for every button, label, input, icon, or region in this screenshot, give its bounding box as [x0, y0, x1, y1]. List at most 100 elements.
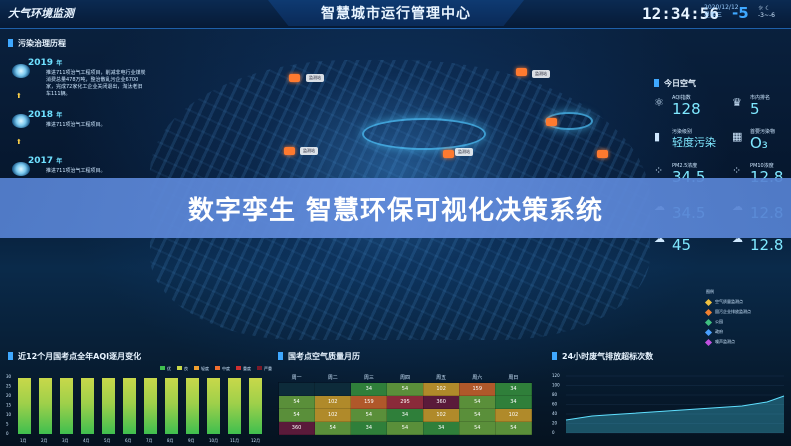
calendar-cell[interactable]: 54 — [458, 395, 496, 409]
aqi-bar[interactable] — [186, 378, 199, 434]
month-label: 9月 — [188, 438, 195, 443]
legend-label: 空气质量监测点 — [715, 299, 743, 304]
aqi-legend-item: 良 — [177, 366, 188, 371]
calendar-cell[interactable]: 360 — [277, 421, 316, 435]
calendar-cell[interactable]: 54 — [494, 421, 533, 435]
map-marker[interactable] — [443, 150, 454, 158]
weather: ☼ ☾ -3~-6 — [758, 5, 775, 19]
air-value: 12.8 — [750, 236, 784, 254]
y-tick-label: 5 — [6, 422, 9, 427]
calendar-cell[interactable]: 54 — [386, 382, 424, 396]
legend-label: 固污企业排放监测点 — [715, 309, 751, 314]
banner-text: 数字孪生 智慧环保可视化决策系统 — [187, 195, 604, 226]
aqi-bar[interactable] — [249, 378, 262, 434]
calendar-cell[interactable]: 34 — [494, 382, 533, 396]
legend-dot-icon — [704, 328, 713, 336]
calendar-cell[interactable]: 34 — [494, 395, 533, 409]
calendar-cell[interactable]: 102 — [422, 382, 460, 396]
history-panel: 2019 年 推进711项治气工程项目，削减非电行业煤炭消费总量478万吨，整治… — [6, 52, 150, 192]
calendar-cell[interactable]: 295 — [386, 395, 424, 409]
map-tag[interactable]: 监测站 — [532, 70, 550, 78]
y-tick-label: 10 — [6, 412, 12, 417]
month-label: 12月 — [251, 438, 260, 443]
calendar-cell[interactable] — [314, 382, 352, 396]
month-label: 8月 — [167, 438, 174, 443]
aqi-bar[interactable] — [228, 378, 241, 434]
aqi-bar[interactable] — [165, 378, 178, 434]
calendar-cell[interactable]: 54 — [458, 421, 496, 435]
history-year: 2017 年 — [28, 156, 63, 166]
map-marker[interactable] — [546, 118, 557, 126]
month-label: 1月 — [20, 438, 27, 443]
line-chart-title: 24小时废气排放超标次数 — [552, 351, 653, 362]
calendar-cell[interactable]: 34 — [422, 421, 460, 435]
air-value: 轻度污染 — [672, 136, 716, 149]
aqi-bar[interactable] — [123, 378, 136, 434]
page-title: 智慧城市运行管理中心 — [268, 0, 524, 26]
month-label: 2月 — [41, 438, 48, 443]
aqi-bar[interactable] — [60, 378, 73, 434]
calendar-cell[interactable]: 102 — [494, 408, 533, 422]
legend-label: 政府 — [715, 329, 723, 334]
month-label: 11月 — [230, 438, 239, 443]
highlight-ring — [362, 118, 486, 150]
y-tick-label: 20 — [6, 393, 12, 398]
calendar-cell[interactable]: 102 — [314, 395, 352, 409]
aqi-bar[interactable] — [144, 378, 157, 434]
map-tag[interactable]: 监测站 — [455, 148, 473, 156]
y-tick-label: 120 — [552, 373, 560, 378]
calendar-cell[interactable]: 34 — [350, 382, 388, 396]
history-text: 推进711项治气工程项目。 — [46, 168, 106, 174]
map-marker[interactable] — [516, 68, 527, 76]
map-legend: 图例 空气质量监测点固污企业排放监测点公园政府噪声监测点 — [704, 287, 751, 347]
legend-label: 噪声监测点 — [715, 339, 735, 344]
history-year: 2018 年 — [28, 110, 63, 120]
aqi-bar[interactable] — [102, 378, 115, 434]
aqi-legend-item: 轻度 — [194, 366, 209, 371]
legend-item: 公园 — [704, 317, 751, 327]
calendar-cell[interactable]: 102 — [422, 408, 460, 422]
map-tag[interactable]: 监测站 — [306, 74, 324, 82]
calendar-cell[interactable]: 54 — [277, 395, 316, 409]
y-tick-label: 40 — [552, 411, 558, 416]
area-fill — [566, 396, 784, 433]
weather-range: -3~-6 — [758, 12, 775, 19]
calendar-cell[interactable]: 54 — [458, 408, 496, 422]
map-marker[interactable] — [289, 74, 300, 82]
map-tag[interactable]: 监测站 — [300, 147, 318, 155]
aqi-bar[interactable] — [207, 378, 220, 434]
calendar-cell[interactable]: 102 — [314, 408, 352, 422]
month-label: 4月 — [83, 438, 90, 443]
calendar-cell[interactable]: 34 — [350, 421, 388, 435]
aqi-bar[interactable] — [39, 378, 52, 434]
calendar-cell[interactable] — [277, 382, 316, 396]
calendar-cell[interactable]: 159 — [350, 395, 388, 409]
calendar-title: 国考点空气质量月历 — [278, 351, 360, 362]
history-year: 2019 年 — [28, 58, 63, 68]
calendar-cell[interactable]: 54 — [386, 421, 424, 435]
legend-item: 政府 — [704, 327, 751, 337]
air-value: 128 — [672, 100, 701, 118]
calendar-cell[interactable]: 34 — [386, 408, 424, 422]
map-marker[interactable] — [284, 147, 295, 155]
legend-dot-icon — [704, 308, 713, 316]
air-value: O₃ — [750, 134, 768, 152]
arrow-up-icon: ⬆ — [16, 92, 22, 100]
air-value: 5 — [750, 100, 760, 118]
calendar-cell[interactable]: 159 — [458, 382, 496, 396]
calendar-cell[interactable]: 54 — [350, 408, 388, 422]
calendar-cell[interactable]: 54 — [314, 421, 352, 435]
y-tick-label: 25 — [6, 384, 12, 389]
calendar-cell[interactable]: 360 — [422, 395, 460, 409]
legend-item: 空气质量监测点 — [704, 297, 751, 307]
legend-dot-icon — [704, 298, 713, 306]
trophy-icon: ♛ — [732, 96, 742, 109]
aqi-bar[interactable] — [81, 378, 94, 434]
aqi-bar[interactable] — [18, 378, 31, 434]
calendar-cell[interactable]: 54 — [277, 408, 316, 422]
legend-title: 图例 — [706, 289, 714, 294]
legend-item: 噪声监测点 — [704, 337, 751, 347]
calendar-header: 周日 — [508, 374, 519, 381]
module-title: 大气环境监测 — [8, 7, 74, 20]
map-marker[interactable] — [597, 150, 608, 158]
